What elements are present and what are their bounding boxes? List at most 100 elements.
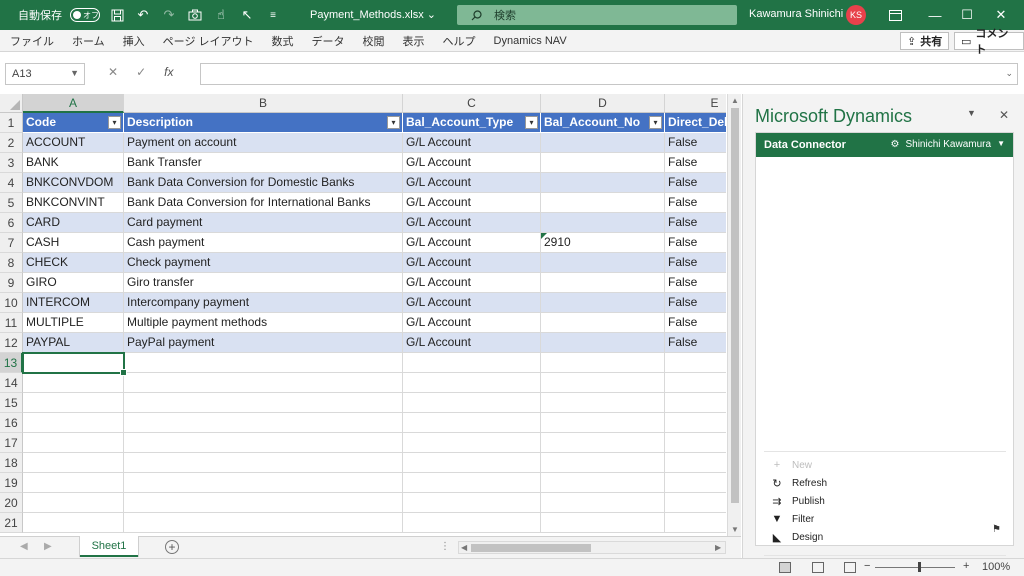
cell-direct-debit[interactable]: False xyxy=(665,133,726,153)
scroll-up-icon[interactable]: ▲ xyxy=(731,96,739,105)
touch-mode-icon[interactable]: ☝ xyxy=(212,6,230,24)
insert-function-icon[interactable]: fx xyxy=(164,65,173,79)
publish-action[interactable]: ⇉ Publish xyxy=(770,495,824,508)
share-button[interactable]: ⇪ 共有 xyxy=(900,32,950,50)
empty-cell[interactable] xyxy=(124,373,403,393)
row-header-3[interactable]: 3 xyxy=(0,153,23,173)
empty-cell[interactable] xyxy=(665,373,726,393)
cell-direct-debit[interactable]: False xyxy=(665,293,726,313)
camera-icon[interactable] xyxy=(186,6,204,24)
document-filename[interactable]: Payment_Methods.xlsx ⌄ xyxy=(310,8,436,21)
cell-direct-debit[interactable]: False xyxy=(665,193,726,213)
select-pointer-icon[interactable]: ↖ xyxy=(238,6,256,24)
column-header-a[interactable]: A xyxy=(23,94,124,113)
row-header-5[interactable]: 5 xyxy=(0,193,23,213)
pane-options-icon[interactable]: ▼ xyxy=(967,108,976,118)
name-box[interactable]: A13 ▼ xyxy=(5,63,85,85)
row-header-1[interactable]: 1 xyxy=(0,113,23,133)
cell-bal-account-no[interactable] xyxy=(541,293,665,313)
row-header-21[interactable]: 21 xyxy=(0,513,23,533)
cell-bal-account-type[interactable]: G/L Account xyxy=(403,173,541,193)
row-header-2[interactable]: 2 xyxy=(0,133,23,153)
cell-bal-account-type[interactable]: G/L Account xyxy=(403,293,541,313)
zoom-slider[interactable] xyxy=(875,567,955,568)
row-header-13[interactable]: 13 xyxy=(0,353,23,373)
row-header-17[interactable]: 17 xyxy=(0,433,23,453)
row-header-8[interactable]: 8 xyxy=(0,253,23,273)
horizontal-scroll-thumb[interactable] xyxy=(471,544,591,552)
empty-cell[interactable] xyxy=(124,453,403,473)
cell-description[interactable]: Cash payment xyxy=(124,233,403,253)
tab-file[interactable]: ファイル xyxy=(10,33,54,49)
empty-cell[interactable] xyxy=(23,373,124,393)
cell-description[interactable]: Card payment xyxy=(124,213,403,233)
cell-code[interactable]: MULTIPLE xyxy=(23,313,124,333)
flag-icon[interactable]: ⚑ xyxy=(992,524,1001,535)
scroll-left-icon[interactable]: ◀ xyxy=(461,543,467,552)
empty-cell[interactable] xyxy=(124,473,403,493)
tab-dynamics-nav[interactable]: Dynamics NAV xyxy=(494,35,567,47)
empty-cell[interactable] xyxy=(124,513,403,533)
cell-bal-account-no[interactable] xyxy=(541,193,665,213)
empty-cell[interactable] xyxy=(665,353,726,373)
cell-bal-account-type[interactable]: G/L Account xyxy=(403,133,541,153)
comments-button[interactable]: ▭ コメント xyxy=(954,28,1024,56)
cell-description[interactable]: Bank Transfer xyxy=(124,153,403,173)
cell-bal-account-no[interactable] xyxy=(541,253,665,273)
filter-dropdown-icon[interactable]: ▾ xyxy=(387,116,400,129)
cell-description[interactable]: Payment on account xyxy=(124,133,403,153)
cell-bal-account-type[interactable]: G/L Account xyxy=(403,193,541,213)
cell-code[interactable]: CHECK xyxy=(23,253,124,273)
confirm-entry-icon[interactable]: ✓ xyxy=(136,65,146,79)
header-cell-code[interactable]: Code ▾ xyxy=(23,113,124,133)
empty-cell[interactable] xyxy=(403,453,541,473)
design-action[interactable]: ◣ Design xyxy=(770,531,823,544)
cell-bal-account-no[interactable] xyxy=(541,173,665,193)
empty-cell[interactable] xyxy=(403,373,541,393)
cell-bal-account-type[interactable]: G/L Account xyxy=(403,213,541,233)
worksheet-grid[interactable]: A B C D E 1 2 3 4 5 6 7 8 9 10 11 12 13 14 15 16 17 18 19 2… xyxy=(0,94,726,536)
tab-view[interactable]: 表示 xyxy=(403,33,425,49)
scroll-down-icon[interactable]: ▼ xyxy=(731,525,739,534)
row-header-16[interactable]: 16 xyxy=(0,413,23,433)
redo-icon[interactable]: ↷ xyxy=(160,6,178,24)
cell-code[interactable]: INTERCOM xyxy=(23,293,124,313)
empty-cell[interactable] xyxy=(665,433,726,453)
avatar[interactable]: KS xyxy=(846,5,866,25)
tab-insert[interactable]: 挿入 xyxy=(123,33,145,49)
row-header-14[interactable]: 14 xyxy=(0,373,23,393)
tab-formulas[interactable]: 数式 xyxy=(272,33,294,49)
zoom-in-icon[interactable]: + xyxy=(963,560,969,572)
cell-code[interactable]: PAYPAL xyxy=(23,333,124,353)
cell-code[interactable]: BANK xyxy=(23,153,124,173)
cell-bal-account-type[interactable]: G/L Account xyxy=(403,273,541,293)
gear-icon[interactable]: ⚙ xyxy=(891,139,900,150)
empty-cell[interactable] xyxy=(403,353,541,373)
row-header-12[interactable]: 12 xyxy=(0,333,23,353)
empty-cell[interactable] xyxy=(124,393,403,413)
select-all-button[interactable] xyxy=(0,94,23,113)
sheet-tab-sheet1[interactable]: Sheet1 xyxy=(80,536,138,557)
empty-cell[interactable] xyxy=(665,413,726,433)
cell-direct-debit[interactable]: False xyxy=(665,333,726,353)
column-header-b[interactable]: B xyxy=(124,94,403,113)
ribbon-display-icon[interactable] xyxy=(884,4,906,26)
header-cell-bal-account-type[interactable]: Bal_Account_Type ▾ xyxy=(403,113,541,133)
cell-direct-debit[interactable]: False xyxy=(665,273,726,293)
cell-description[interactable]: PayPal payment xyxy=(124,333,403,353)
empty-cell[interactable] xyxy=(23,493,124,513)
row-header-10[interactable]: 10 xyxy=(0,293,23,313)
vertical-scroll-thumb[interactable] xyxy=(731,108,739,503)
close-icon[interactable]: ✕ xyxy=(990,4,1012,26)
close-pane-icon[interactable]: ✕ xyxy=(999,108,1009,122)
undo-icon[interactable]: ↶ xyxy=(134,6,152,24)
cell-bal-account-no[interactable] xyxy=(541,313,665,333)
cell-bal-account-no[interactable] xyxy=(541,213,665,233)
cell-description[interactable]: Check payment xyxy=(124,253,403,273)
refresh-action[interactable]: ↻ Refresh xyxy=(770,477,827,490)
search-box[interactable]: 検索 xyxy=(457,5,737,25)
empty-cell[interactable] xyxy=(541,513,665,533)
row-header-19[interactable]: 19 xyxy=(0,473,23,493)
vertical-scrollbar[interactable]: ▲ ▼ xyxy=(727,94,741,536)
tab-data[interactable]: データ xyxy=(312,33,345,49)
